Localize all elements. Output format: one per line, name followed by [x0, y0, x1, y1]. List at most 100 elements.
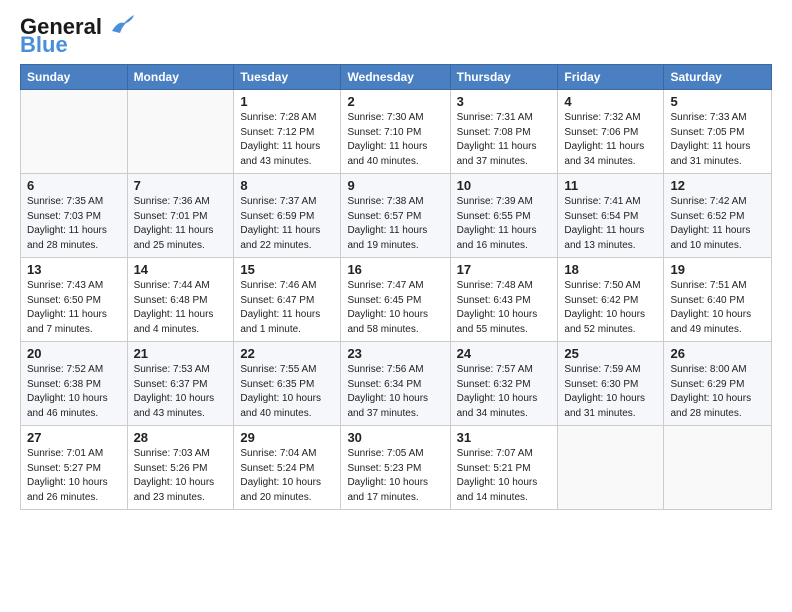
- calendar-cell: 1 Sunrise: 7:28 AMSunset: 7:12 PMDaylight…: [234, 90, 341, 174]
- day-info: Sunrise: 7:35 AMSunset: 7:03 PMDaylight:…: [27, 195, 121, 253]
- calendar-cell: 4Sunrise: 7:32 AMSunset: 7:06 PMDaylight…: [558, 90, 664, 174]
- day-info: Sunrise: 7:48 AMSunset: 6:43 PMDaylight:…: [457, 279, 552, 337]
- calendar-week-5: 27Sunrise: 7:01 AMSunset: 5:27 PMDayligh…: [21, 426, 772, 510]
- day-number: 7: [134, 178, 228, 193]
- day-number: 24: [457, 346, 552, 361]
- day-info: Sunrise: 7:31 AMSunset: 7:08 PMDaylight:…: [457, 111, 552, 169]
- day-number: 25: [564, 346, 657, 361]
- day-number: 19: [670, 262, 765, 277]
- day-number: 17: [457, 262, 552, 277]
- day-info: Sunrise: 7:44 AMSunset: 6:48 PMDaylight:…: [134, 279, 228, 337]
- calendar-cell: 9Sunrise: 7:38 AMSunset: 6:57 PMDaylight…: [341, 174, 450, 258]
- day-info: Sunrise: 7:36 AMSunset: 7:01 PMDaylight:…: [134, 195, 228, 253]
- day-info: Sunrise: 7:57 AMSunset: 6:32 PMDaylight:…: [457, 363, 552, 421]
- calendar-cell: 16 Sunrise: 7:47 AMSunset: 6:45 PMDayligh…: [341, 258, 450, 342]
- day-number: 12: [670, 178, 765, 193]
- calendar-cell: 26 Sunrise: 8:00 AMSunset: 6:29 PMDayligh…: [664, 342, 772, 426]
- day-info: Sunrise: 7:30 AMSunset: 7:10 PMDaylight:…: [347, 111, 443, 169]
- calendar-cell: [558, 426, 664, 510]
- day-info: Sunrise: 7:28 AMSunset: 7:12 PMDaylight:…: [240, 111, 334, 169]
- calendar-cell: 18 Sunrise: 7:50 AMSunset: 6:42 PMDayligh…: [558, 258, 664, 342]
- day-info: Sunrise: 7:50 AMSunset: 6:42 PMDaylight:…: [564, 279, 657, 337]
- day-number: 13: [27, 262, 121, 277]
- calendar-cell: 15Sunrise: 7:46 AMSunset: 6:47 PMDayligh…: [234, 258, 341, 342]
- day-number: 10: [457, 178, 552, 193]
- day-info: Sunrise: 7:32 AMSunset: 7:06 PMDaylight:…: [564, 111, 657, 169]
- day-info: Sunrise: 7:56 AMSunset: 6:34 PMDaylight:…: [347, 363, 443, 421]
- calendar-cell: 28Sunrise: 7:03 AMSunset: 5:26 PMDayligh…: [127, 426, 234, 510]
- day-number: 2: [347, 94, 443, 109]
- logo-blue: Blue: [20, 34, 68, 56]
- calendar-cell: [664, 426, 772, 510]
- day-info: Sunrise: 7:51 AMSunset: 6:40 PMDaylight:…: [670, 279, 765, 337]
- day-number: 18: [564, 262, 657, 277]
- weekday-header-monday: Monday: [127, 65, 234, 90]
- calendar-cell: 24 Sunrise: 7:57 AMSunset: 6:32 PMDayligh…: [450, 342, 558, 426]
- calendar-cell: 2 Sunrise: 7:30 AMSunset: 7:10 PMDaylight…: [341, 90, 450, 174]
- logo-bird-icon: [104, 13, 136, 37]
- day-info: Sunrise: 7:41 AMSunset: 6:54 PMDaylight:…: [564, 195, 657, 253]
- day-info: Sunrise: 7:59 AMSunset: 6:30 PMDaylight:…: [564, 363, 657, 421]
- day-number: 16: [347, 262, 443, 277]
- calendar-cell: 5Sunrise: 7:33 AMSunset: 7:05 PMDaylight…: [664, 90, 772, 174]
- weekday-header-thursday: Thursday: [450, 65, 558, 90]
- calendar-cell: [21, 90, 128, 174]
- day-number: 31: [457, 430, 552, 445]
- day-info: Sunrise: 7:53 AMSunset: 6:37 PMDaylight:…: [134, 363, 228, 421]
- calendar-cell: 29Sunrise: 7:04 AMSunset: 5:24 PMDayligh…: [234, 426, 341, 510]
- calendar-cell: 20 Sunrise: 7:52 AMSunset: 6:38 PMDayligh…: [21, 342, 128, 426]
- calendar-cell: 27Sunrise: 7:01 AMSunset: 5:27 PMDayligh…: [21, 426, 128, 510]
- day-number: 30: [347, 430, 443, 445]
- calendar-cell: 21Sunrise: 7:53 AMSunset: 6:37 PMDayligh…: [127, 342, 234, 426]
- header-row: SundayMondayTuesdayWednesdayThursdayFrid…: [21, 65, 772, 90]
- day-number: 23: [347, 346, 443, 361]
- day-number: 14: [134, 262, 228, 277]
- day-number: 6: [27, 178, 121, 193]
- calendar-cell: 17 Sunrise: 7:48 AMSunset: 6:43 PMDayligh…: [450, 258, 558, 342]
- day-number: 11: [564, 178, 657, 193]
- calendar-cell: 11 Sunrise: 7:41 AMSunset: 6:54 PMDayligh…: [558, 174, 664, 258]
- calendar-cell: 30 Sunrise: 7:05 AMSunset: 5:23 PMDayligh…: [341, 426, 450, 510]
- calendar-cell: 3 Sunrise: 7:31 AMSunset: 7:08 PMDaylight…: [450, 90, 558, 174]
- day-number: 3: [457, 94, 552, 109]
- day-info: Sunrise: 7:42 AMSunset: 6:52 PMDaylight:…: [670, 195, 765, 253]
- calendar-cell: 6 Sunrise: 7:35 AMSunset: 7:03 PMDaylight…: [21, 174, 128, 258]
- calendar-table: SundayMondayTuesdayWednesdayThursdayFrid…: [20, 64, 772, 510]
- weekday-header-saturday: Saturday: [664, 65, 772, 90]
- calendar-cell: 19 Sunrise: 7:51 AMSunset: 6:40 PMDayligh…: [664, 258, 772, 342]
- calendar-cell: [127, 90, 234, 174]
- day-info: Sunrise: 7:37 AMSunset: 6:59 PMDaylight:…: [240, 195, 334, 253]
- day-number: 26: [670, 346, 765, 361]
- logo: General Blue: [20, 16, 136, 56]
- day-number: 8: [240, 178, 334, 193]
- day-number: 22: [240, 346, 334, 361]
- day-info: Sunrise: 7:47 AMSunset: 6:45 PMDaylight:…: [347, 279, 443, 337]
- weekday-header-wednesday: Wednesday: [341, 65, 450, 90]
- day-number: 20: [27, 346, 121, 361]
- calendar-cell: 23 Sunrise: 7:56 AMSunset: 6:34 PMDayligh…: [341, 342, 450, 426]
- calendar-week-1: 1 Sunrise: 7:28 AMSunset: 7:12 PMDaylight…: [21, 90, 772, 174]
- calendar-header: SundayMondayTuesdayWednesdayThursdayFrid…: [21, 65, 772, 90]
- day-number: 5: [670, 94, 765, 109]
- calendar-cell: 14 Sunrise: 7:44 AMSunset: 6:48 PMDayligh…: [127, 258, 234, 342]
- calendar-cell: 10Sunrise: 7:39 AMSunset: 6:55 PMDayligh…: [450, 174, 558, 258]
- day-info: Sunrise: 7:52 AMSunset: 6:38 PMDaylight:…: [27, 363, 121, 421]
- day-info: Sunrise: 7:01 AMSunset: 5:27 PMDaylight:…: [27, 447, 121, 505]
- calendar-week-3: 13Sunrise: 7:43 AMSunset: 6:50 PMDayligh…: [21, 258, 772, 342]
- day-info: Sunrise: 8:00 AMSunset: 6:29 PMDaylight:…: [670, 363, 765, 421]
- day-info: Sunrise: 7:05 AMSunset: 5:23 PMDaylight:…: [347, 447, 443, 505]
- weekday-header-sunday: Sunday: [21, 65, 128, 90]
- calendar-cell: 22 Sunrise: 7:55 AMSunset: 6:35 PMDayligh…: [234, 342, 341, 426]
- header: General Blue: [20, 16, 772, 56]
- calendar-cell: 31 Sunrise: 7:07 AMSunset: 5:21 PMDayligh…: [450, 426, 558, 510]
- day-info: Sunrise: 7:55 AMSunset: 6:35 PMDaylight:…: [240, 363, 334, 421]
- day-info: Sunrise: 7:38 AMSunset: 6:57 PMDaylight:…: [347, 195, 443, 253]
- day-info: Sunrise: 7:46 AMSunset: 6:47 PMDaylight:…: [240, 279, 334, 337]
- day-number: 1: [240, 94, 334, 109]
- day-number: 28: [134, 430, 228, 445]
- calendar-week-4: 20 Sunrise: 7:52 AMSunset: 6:38 PMDayligh…: [21, 342, 772, 426]
- day-info: Sunrise: 7:04 AMSunset: 5:24 PMDaylight:…: [240, 447, 334, 505]
- weekday-header-tuesday: Tuesday: [234, 65, 341, 90]
- day-info: Sunrise: 7:07 AMSunset: 5:21 PMDaylight:…: [457, 447, 552, 505]
- page: General Blue SundayMondayTuesdayWednesda…: [0, 0, 792, 520]
